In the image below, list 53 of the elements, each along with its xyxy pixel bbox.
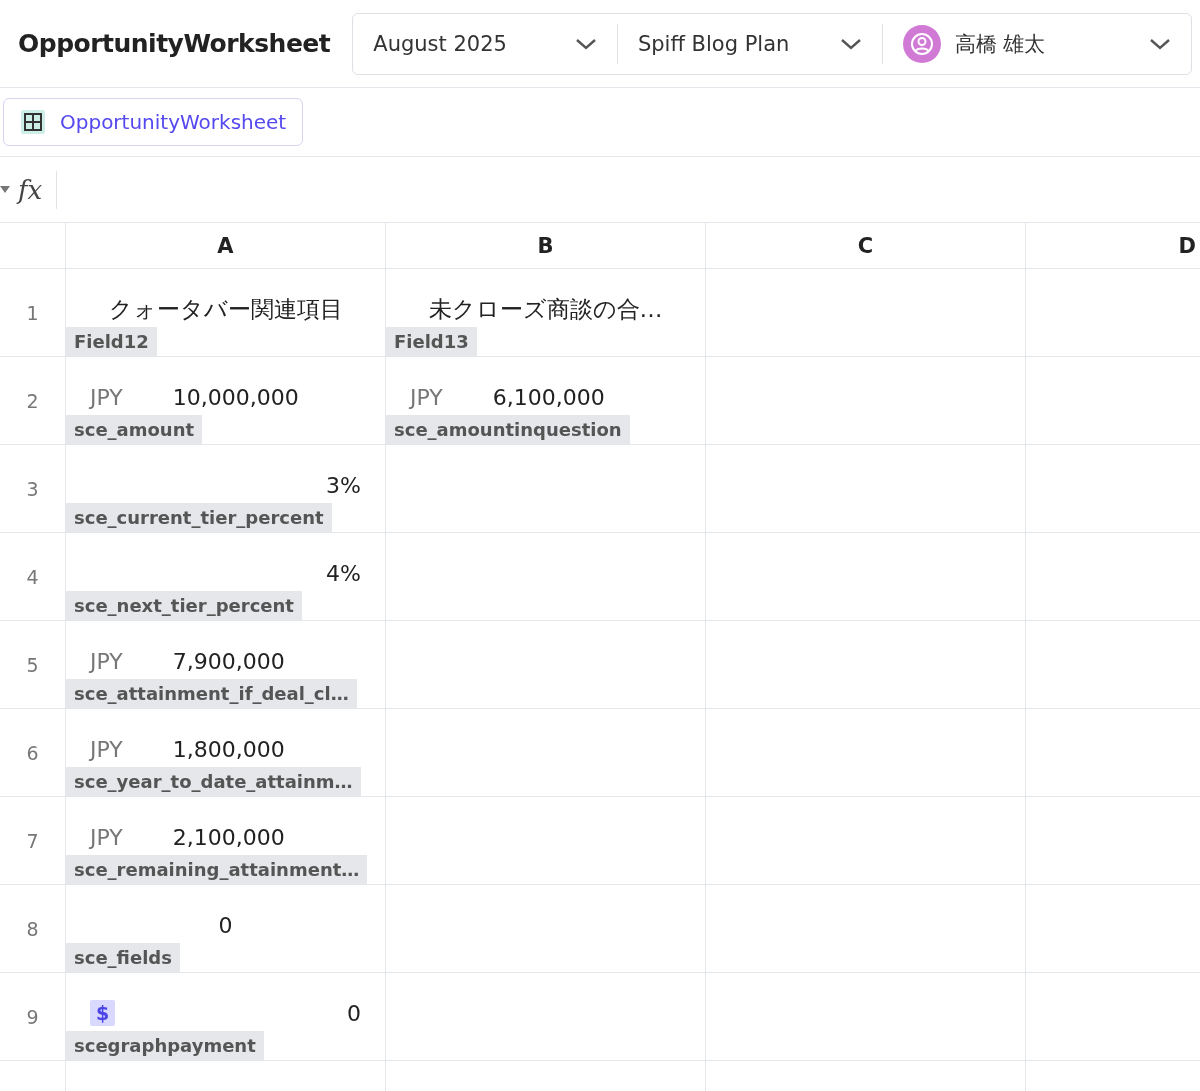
field-tag: sce_amountinquestion — [386, 415, 630, 444]
column-header[interactable]: D — [1178, 233, 1196, 258]
row-number: 7 — [26, 829, 39, 852]
field-tag: sce_attainment_if_deal_cl… — [66, 679, 357, 708]
dropdown[interactable]: August 2025 — [353, 13, 617, 74]
cell-value: 4% — [326, 560, 361, 586]
cell-value: 3% — [326, 472, 361, 498]
currency-code: JPY — [90, 736, 123, 762]
user-avatar-icon — [902, 24, 941, 63]
row-number: 1 — [26, 301, 39, 324]
field-tag: Field13 — [386, 327, 477, 356]
cell-value: 未クローズ商談の合… — [428, 294, 663, 324]
dollar-icon: $ — [90, 1000, 116, 1026]
chevron-down-icon — [1149, 37, 1171, 50]
chevron-down-icon — [574, 37, 597, 50]
column-header[interactable]: C — [857, 233, 874, 258]
row-number: 6 — [26, 741, 39, 764]
cell-value: 1,800,000 — [172, 736, 285, 762]
row-number: 9 — [26, 1005, 39, 1028]
field-tag: sce_remaining_attainment… — [66, 855, 368, 884]
dropdown[interactable]: 高橋 雄太 — [882, 13, 1191, 74]
sheet-tab[interactable]: OpportunityWorksheet — [3, 98, 304, 146]
caret-icon[interactable] — [0, 185, 10, 194]
cell-value: 2,100,000 — [172, 824, 285, 850]
cell-value: 7,900,000 — [172, 648, 285, 674]
cell-value: 6,100,000 — [492, 384, 605, 410]
row-number: 2 — [26, 389, 39, 412]
currency-code: JPY — [90, 384, 123, 410]
cell-value: 0 — [218, 912, 233, 938]
field-tag: sce_next_tier_percent — [66, 591, 302, 620]
cell-value: クォータバー関連項目 — [108, 294, 343, 324]
cell-value: 0 — [347, 1000, 361, 1026]
chevron-down-icon — [839, 37, 862, 50]
field-tag: sce_year_to_date_attainm… — [66, 767, 361, 796]
field-tag: sce_fields — [66, 943, 180, 972]
field-tag: Field12 — [66, 327, 157, 356]
dropdown[interactable]: Spiff Blog Plan — [617, 13, 882, 74]
formula-label: fx — [18, 174, 43, 205]
field-tag: sce_amount — [66, 415, 203, 444]
field-tag: scegraphpayment — [66, 1031, 264, 1060]
row-number: 4 — [26, 565, 39, 588]
app-title: OpportunityWorksheet — [18, 29, 331, 58]
cell-value: 10,000,000 — [172, 384, 299, 410]
column-header[interactable]: B — [537, 233, 554, 258]
currency-code: JPY — [90, 648, 123, 674]
row-number: 8 — [26, 917, 39, 940]
row-number: 3 — [26, 477, 39, 500]
field-tag: sce_current_tier_percent — [66, 503, 332, 532]
currency-code: JPY — [90, 824, 123, 850]
column-header[interactable]: A — [217, 233, 234, 258]
row-number: 5 — [26, 653, 39, 676]
grid-icon — [20, 109, 46, 135]
currency-code: JPY — [410, 384, 443, 410]
